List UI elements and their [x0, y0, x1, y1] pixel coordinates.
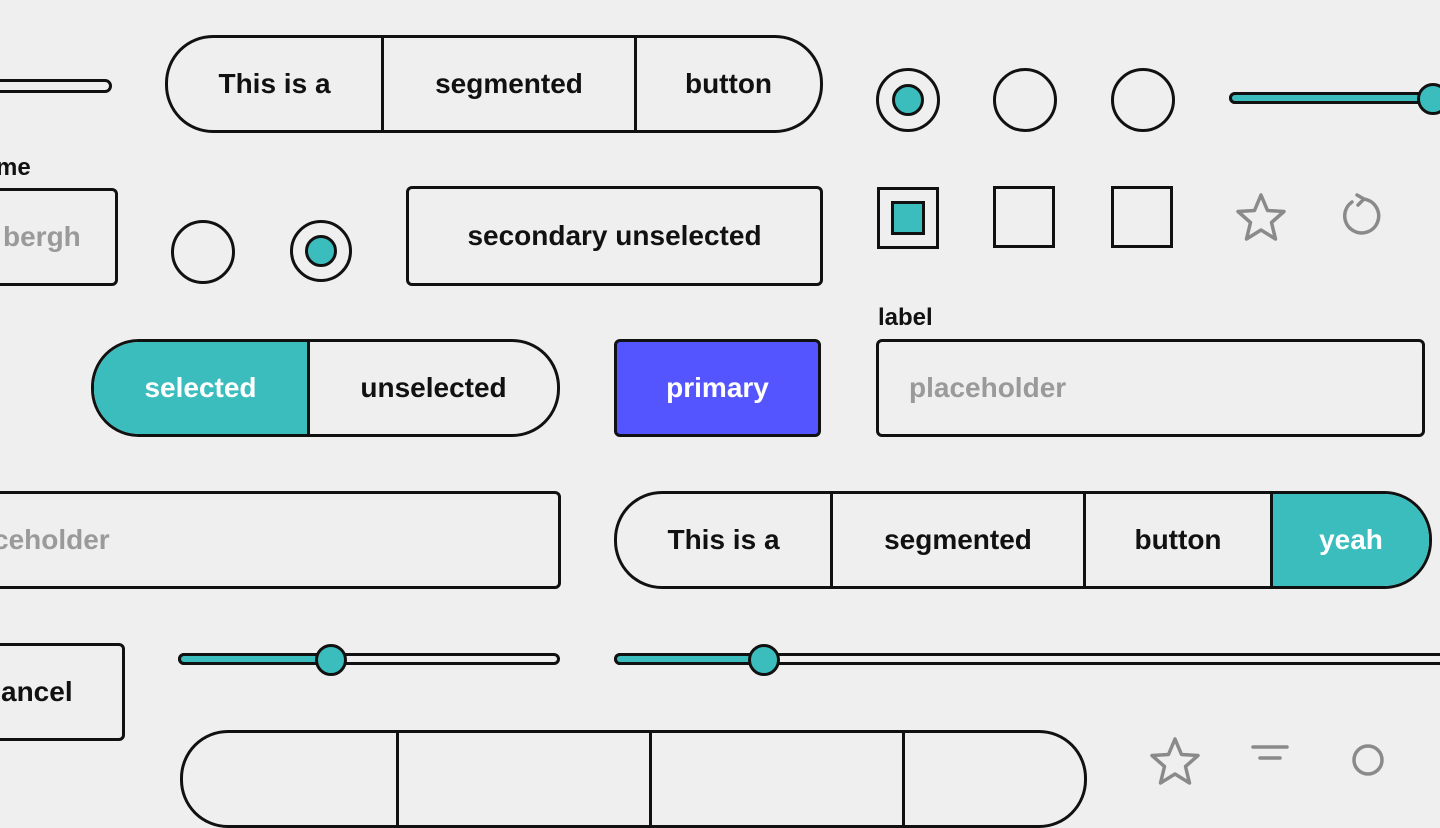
text-field-placeholder: placeholder: [909, 372, 1067, 403]
filter-icon[interactable]: [1250, 744, 1290, 774]
slider-fragment-top-left[interactable]: [0, 79, 112, 93]
segment-this-is-a[interactable]: This is a: [617, 494, 833, 586]
segment-segmented[interactable]: segmented: [833, 494, 1086, 586]
segmented-button-bottom[interactable]: [180, 730, 1087, 828]
segment-button[interactable]: button: [637, 38, 820, 130]
segment-3[interactable]: [652, 733, 905, 825]
text-field-left[interactable]: ceholder: [0, 491, 561, 589]
checkbox-unchecked-1[interactable]: [993, 186, 1055, 248]
search-icon[interactable]: [1350, 742, 1390, 782]
star-icon[interactable]: [1148, 736, 1202, 788]
slider-fill: [178, 653, 331, 665]
toggle-selected-unselected[interactable]: selected unselected: [91, 339, 560, 437]
segmented-button-top[interactable]: This is a segmented button: [165, 35, 823, 133]
slider-thumb[interactable]: [1417, 83, 1440, 115]
cancel-button-label: ancel: [1, 676, 73, 707]
toggle-option-selected[interactable]: selected: [94, 342, 310, 434]
radio-unselected-top-1[interactable]: [993, 68, 1057, 132]
slider-thumb[interactable]: [748, 644, 781, 676]
refresh-icon[interactable]: [1336, 192, 1384, 240]
text-field-left-placeholder: ceholder: [0, 524, 110, 555]
secondary-unselected-button[interactable]: secondary unselected: [406, 186, 823, 286]
segment-2[interactable]: [399, 733, 652, 825]
segment-1[interactable]: [183, 733, 399, 825]
slider-thumb[interactable]: [314, 644, 347, 676]
radio-unselected-top-2[interactable]: [1111, 68, 1175, 132]
name-field-label: me: [0, 154, 31, 181]
cancel-button[interactable]: ancel: [0, 643, 125, 741]
toggle-option-unselected[interactable]: unselected: [310, 342, 557, 434]
radio-selected-top[interactable]: [876, 68, 940, 132]
slider-top-right[interactable]: [1229, 83, 1440, 115]
segment-this-is-a[interactable]: This is a: [168, 38, 384, 130]
radio-unselected-mid[interactable]: [171, 220, 235, 284]
star-icon[interactable]: [1234, 192, 1288, 244]
slider-fill: [614, 653, 765, 665]
name-field-value: bergh: [3, 221, 81, 252]
radio-selected-mid[interactable]: [290, 220, 352, 282]
checkbox-checked[interactable]: [877, 187, 939, 249]
primary-button[interactable]: primary: [614, 339, 821, 437]
field-label: label: [878, 304, 933, 331]
name-field[interactable]: bergh: [0, 188, 118, 286]
segment-4[interactable]: [905, 733, 1084, 825]
segment-segmented[interactable]: segmented: [384, 38, 637, 130]
slider-mid[interactable]: [178, 644, 560, 676]
segment-button[interactable]: button: [1086, 494, 1273, 586]
segmented-button-yeah[interactable]: This is a segmented button yeah: [614, 491, 1432, 589]
slider-fill: [1229, 92, 1433, 104]
text-field[interactable]: placeholder: [876, 339, 1425, 437]
checkbox-unchecked-2[interactable]: [1111, 186, 1173, 248]
segment-yeah[interactable]: yeah: [1273, 494, 1429, 586]
slider-wide[interactable]: [614, 644, 1440, 676]
